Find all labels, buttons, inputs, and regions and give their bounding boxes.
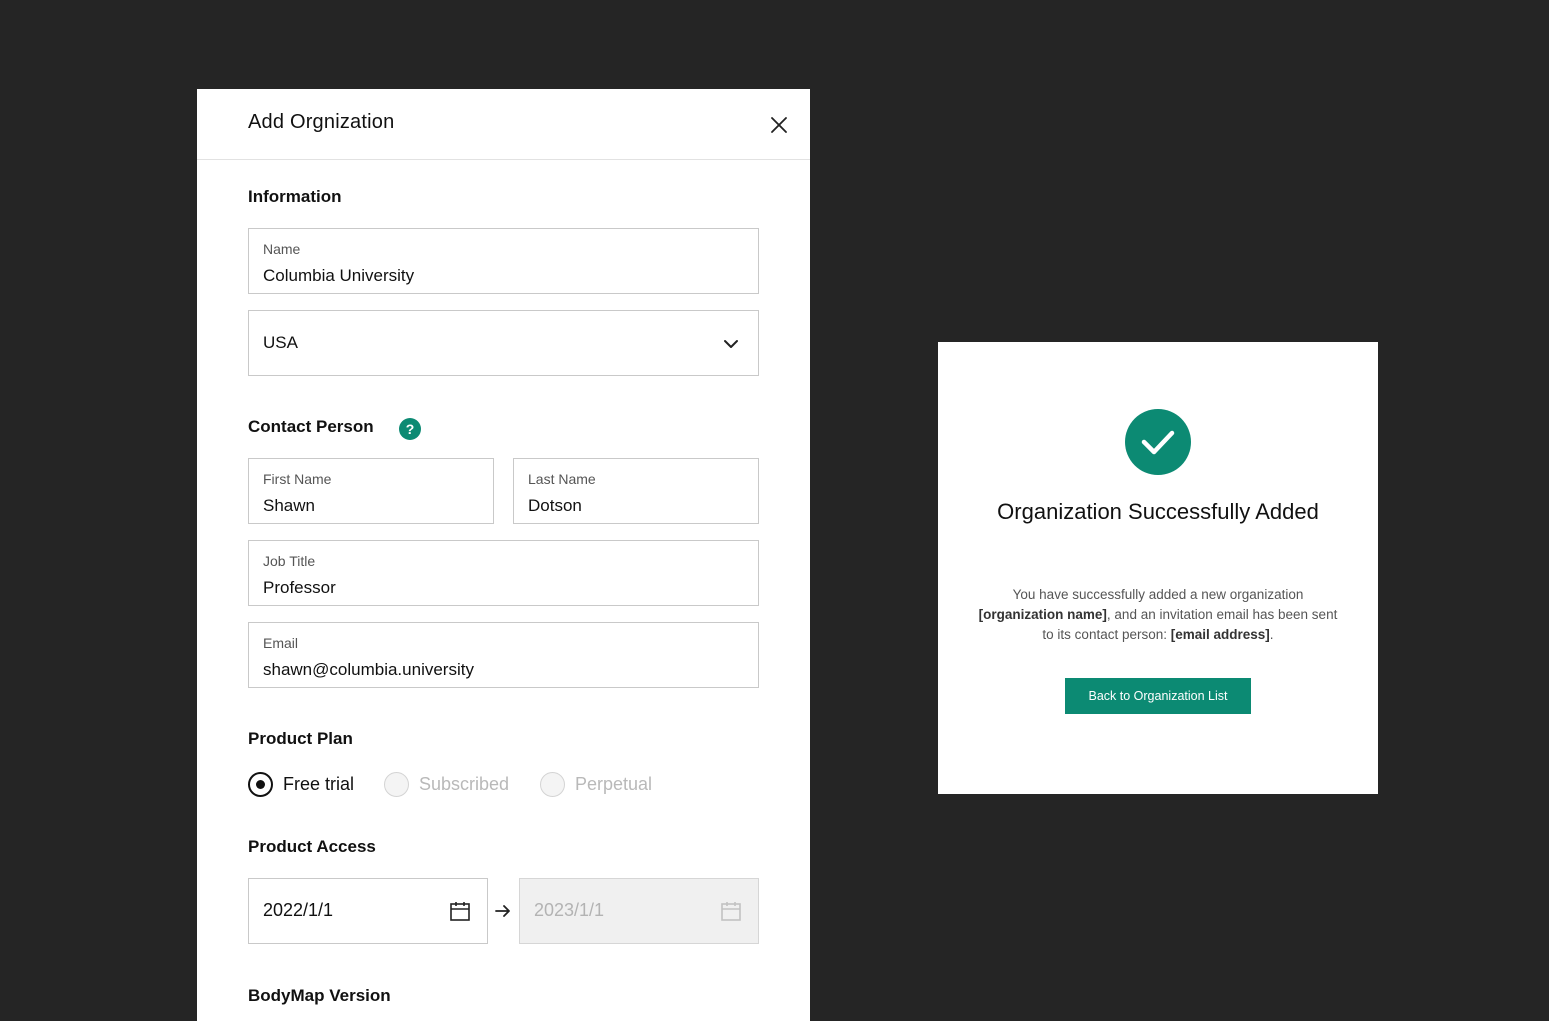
calendar-icon bbox=[721, 902, 741, 921]
arrow-right-icon bbox=[495, 905, 510, 917]
chevron-down-icon bbox=[724, 340, 738, 348]
information-heading: Information bbox=[248, 187, 342, 206]
panel-header: Add Orgnization bbox=[197, 89, 810, 160]
email-field[interactable]: Email shawn@columbia.university bbox=[248, 622, 759, 688]
check-icon bbox=[1141, 430, 1175, 455]
message-email: [email address] bbox=[1170, 627, 1270, 642]
first-name-field[interactable]: First Name Shawn bbox=[248, 458, 494, 524]
close-button[interactable] bbox=[765, 111, 793, 139]
start-date-value: 2022/1/1 bbox=[263, 900, 334, 920]
job-title-value: Professor bbox=[263, 578, 336, 597]
close-icon bbox=[771, 117, 787, 133]
radio-label-perpetual: Perpetual bbox=[575, 773, 653, 794]
radio-free-trial[interactable]: Free trial bbox=[248, 771, 354, 797]
message-org-name: [organization name] bbox=[978, 607, 1107, 622]
end-date-field: 2023/1/1 bbox=[519, 878, 759, 944]
contact-person-heading: Contact Person bbox=[248, 417, 374, 436]
radio-label-free-trial: Free trial bbox=[283, 773, 355, 794]
message-text: You have successfully added a new organi… bbox=[1012, 587, 1304, 602]
radio-circle-selected bbox=[248, 771, 273, 797]
radio-circle bbox=[540, 771, 565, 797]
message-text: . bbox=[1269, 627, 1274, 642]
success-dialog: Organization Successfully Added You have… bbox=[938, 342, 1378, 794]
product-access-heading: Product Access bbox=[248, 837, 376, 856]
country-select[interactable]: USA bbox=[248, 310, 759, 376]
job-title-field[interactable]: Job Title Professor bbox=[248, 540, 759, 606]
dialog-title: Organization Successfully Added bbox=[997, 499, 1319, 524]
start-date-field[interactable]: 2022/1/1 bbox=[248, 878, 488, 944]
email-label: Email bbox=[263, 635, 299, 651]
product-plan-heading: Product Plan bbox=[248, 729, 353, 748]
panel-title: Add Orgnization bbox=[248, 111, 395, 133]
radio-circle bbox=[384, 771, 409, 797]
add-organization-panel: Add Orgnization Information Name Columbi… bbox=[197, 89, 810, 1021]
radio-subscribed[interactable]: Subscribed bbox=[384, 771, 509, 797]
end-date-value: 2023/1/1 bbox=[534, 900, 605, 920]
back-to-organization-list-button[interactable]: Back to Organization List bbox=[1065, 678, 1251, 714]
radio-perpetual[interactable]: Perpetual bbox=[540, 771, 652, 797]
help-icon[interactable]: ? bbox=[399, 418, 421, 440]
last-name-field[interactable]: Last Name Dotson bbox=[513, 458, 759, 524]
first-name-label: First Name bbox=[263, 471, 332, 487]
dialog-message: You have successfully added a new organi… bbox=[978, 585, 1338, 645]
name-field[interactable]: Name Columbia University bbox=[248, 228, 759, 294]
country-value: USA bbox=[263, 333, 298, 352]
last-name-label: Last Name bbox=[528, 471, 596, 487]
name-label: Name bbox=[263, 241, 301, 257]
first-name-value: Shawn bbox=[263, 496, 315, 515]
calendar-icon[interactable] bbox=[449, 900, 471, 922]
last-name-value: Dotson bbox=[528, 496, 582, 515]
email-value: shawn@columbia.university bbox=[263, 660, 474, 679]
check-circle-icon bbox=[1125, 409, 1191, 475]
job-title-label: Job Title bbox=[263, 553, 316, 569]
bodymap-version-heading: BodyMap Version bbox=[248, 986, 391, 1005]
radio-label-subscribed: Subscribed bbox=[419, 773, 510, 794]
name-value: Columbia University bbox=[263, 266, 415, 285]
